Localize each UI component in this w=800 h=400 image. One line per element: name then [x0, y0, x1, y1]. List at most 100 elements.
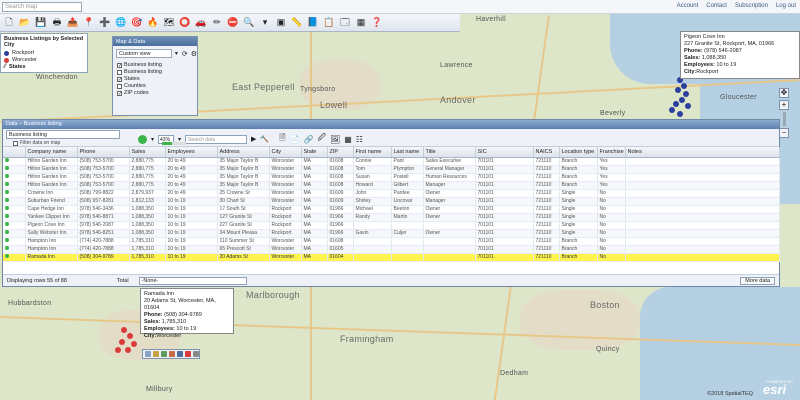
- stop-icon[interactable]: ⛔: [226, 16, 240, 30]
- column-header[interactable]: Title: [423, 147, 476, 158]
- column-header[interactable]: Company name: [25, 147, 78, 158]
- column-header[interactable]: Sales: [129, 147, 166, 158]
- zoom-in-button[interactable]: +: [779, 100, 789, 110]
- link-icon[interactable]: 🔗: [304, 135, 314, 144]
- column-header[interactable]: Location type: [559, 147, 598, 158]
- column-header[interactable]: Franchise: [597, 147, 626, 158]
- help-icon[interactable]: ❓: [370, 16, 384, 30]
- image-icon[interactable]: 🖼: [330, 135, 340, 144]
- measure-icon[interactable]: 📏: [290, 16, 304, 30]
- edit-icon[interactable]: 🖉: [318, 132, 327, 146]
- zoom-slider[interactable]: [782, 112, 786, 126]
- pin-icon[interactable]: 📍: [82, 16, 96, 30]
- clipboard-icon[interactable]: 📋: [322, 16, 336, 30]
- column-header[interactable]: Notes: [625, 147, 780, 158]
- zoom-out-button[interactable]: −: [779, 128, 789, 138]
- table-row[interactable]: Pigeon Cove Inn (978) 546-2087 1,088,350 10…: [3, 221, 780, 230]
- table-row[interactable]: Crowne Inn (508) 799-8822 2,879,937 20 to 4…: [3, 189, 780, 198]
- table-row[interactable]: Yankee Clipper Inn (978) 546-8871 1,088,35…: [3, 213, 780, 222]
- table-row[interactable]: Hilton Garden Inn (508) 753-5700 2,880,775…: [3, 173, 780, 182]
- map-search-input[interactable]: Search map: [2, 2, 82, 12]
- column-header[interactable]: SIC: [475, 147, 534, 158]
- layer-item[interactable]: ✓ States: [117, 76, 193, 82]
- column-header[interactable]: Employees: [165, 147, 218, 158]
- heatmap-icon[interactable]: 🔥: [146, 16, 160, 30]
- column-header[interactable]: Last name: [391, 147, 424, 158]
- zoom-to-icon[interactable]: [145, 351, 151, 357]
- delete-icon[interactable]: [185, 351, 191, 357]
- account-link[interactable]: Account: [677, 3, 699, 9]
- layer-item[interactable]: ✓ Business listing: [117, 62, 193, 68]
- new-map-icon[interactable]: 🗋: [2, 16, 16, 30]
- print-icon[interactable]: 🖶: [50, 16, 64, 30]
- contact-link[interactable]: Contact: [706, 3, 727, 9]
- document-icon[interactable]: 🗎: [279, 132, 285, 146]
- pan-icon[interactable]: ✥: [779, 88, 789, 98]
- more-data-button[interactable]: More data: [740, 277, 775, 285]
- target-icon[interactable]: 🎯: [130, 16, 144, 30]
- export-icon[interactable]: 📤: [66, 16, 80, 30]
- column-header[interactable]: First name: [353, 147, 392, 158]
- layer-item[interactable]: Business listing: [117, 69, 193, 75]
- column-header[interactable]: City: [269, 147, 302, 158]
- grid-icon[interactable]: ▦: [344, 135, 352, 144]
- chevron-down-icon[interactable]: ▾: [175, 50, 178, 57]
- info-icon[interactable]: [177, 351, 183, 357]
- search-icon[interactable]: 🔍: [242, 16, 256, 30]
- chevron-down-icon[interactable]: ▾: [151, 136, 154, 143]
- window-icon[interactable]: 🗔: [338, 16, 352, 30]
- filter-toggle[interactable]: Filter data on map: [13, 140, 60, 146]
- globe-icon[interactable]: 🌐: [114, 16, 128, 30]
- route-icon[interactable]: [161, 351, 167, 357]
- table-icon[interactable]: ▦: [354, 16, 368, 30]
- table-row[interactable]: Cape Hedge Inn (978) 546-3436 1,088,350 10 …: [3, 205, 780, 214]
- table-row[interactable]: Hampton Inn (774) 420-7888 1,785,310 10 to …: [3, 245, 780, 254]
- table-row[interactable]: Hilton Garden Inn (508) 753-5700 2,880,775…: [3, 165, 780, 174]
- territory-icon[interactable]: 🗺: [162, 16, 176, 30]
- table-row[interactable]: Hilton Garden Inn (508) 753-5700 2,880,775…: [3, 157, 780, 166]
- logout-link[interactable]: Log out: [776, 3, 796, 9]
- view-select[interactable]: Custom view: [116, 49, 172, 58]
- layer-select[interactable]: Business listing: [6, 130, 120, 139]
- edit-icon[interactable]: [153, 351, 159, 357]
- layer-item[interactable]: Counties: [117, 83, 193, 89]
- table-row[interactable]: Ramada Inn (508) 304-9789 1,785,310 10 to 1…: [3, 253, 780, 262]
- column-header[interactable]: ZIP: [327, 147, 354, 158]
- column-header[interactable]: Phone: [77, 147, 130, 158]
- save-icon[interactable]: 💾: [34, 16, 48, 30]
- column-header[interactable]: State: [301, 147, 328, 158]
- columns-icon[interactable]: ☷: [356, 135, 363, 144]
- route-icon[interactable]: 🚗: [194, 16, 208, 30]
- settings-icon[interactable]: ⚙: [191, 50, 197, 58]
- draw-icon[interactable]: ✏: [210, 16, 224, 30]
- radius-icon[interactable]: ⭕: [178, 16, 192, 30]
- refresh-icon[interactable]: ⟳: [182, 50, 188, 58]
- radius-icon[interactable]: [169, 351, 175, 357]
- layer-checkbox[interactable]: [117, 69, 122, 75]
- subscription-link[interactable]: Subscription: [735, 3, 768, 9]
- layer-checkbox[interactable]: ✓: [117, 90, 122, 96]
- rockport-marker-cluster[interactable]: [660, 72, 700, 122]
- layer-icon[interactable]: ▣: [274, 16, 288, 30]
- column-header[interactable]: Address: [217, 147, 270, 158]
- run-search-icon[interactable]: ▶: [251, 135, 256, 143]
- tools-icon[interactable]: 🔨: [260, 135, 269, 143]
- layer-checkbox[interactable]: ✓: [117, 62, 122, 68]
- table-row[interactable]: Sally Webster Inn (978) 546-8251 1,088,350…: [3, 229, 780, 238]
- total-select[interactable]: -None-: [138, 276, 247, 285]
- layer-checkbox[interactable]: [117, 83, 122, 89]
- column-header[interactable]: [3, 147, 26, 158]
- chevron-down-icon[interactable]: ▾: [258, 16, 272, 30]
- add-data-icon[interactable]: ➕: [98, 16, 112, 30]
- book-icon[interactable]: 📘: [306, 16, 320, 30]
- column-header[interactable]: NAICS: [533, 147, 560, 158]
- table-row[interactable]: Suburban Friend (508) 957-8281 1,812,133 10…: [3, 197, 780, 206]
- close-icon[interactable]: [193, 351, 199, 357]
- go-icon[interactable]: [138, 134, 147, 144]
- table-row[interactable]: Hampton Inn (774) 420-7888 1,785,310 10 to …: [3, 237, 780, 246]
- open-folder-icon[interactable]: 📂: [18, 16, 32, 30]
- data-search-input[interactable]: Search data: [185, 134, 248, 144]
- layer-checkbox[interactable]: ✓: [117, 76, 122, 82]
- export-data-icon[interactable]: 📄: [290, 135, 300, 144]
- layer-item[interactable]: ✓ ZIP codes: [117, 90, 193, 96]
